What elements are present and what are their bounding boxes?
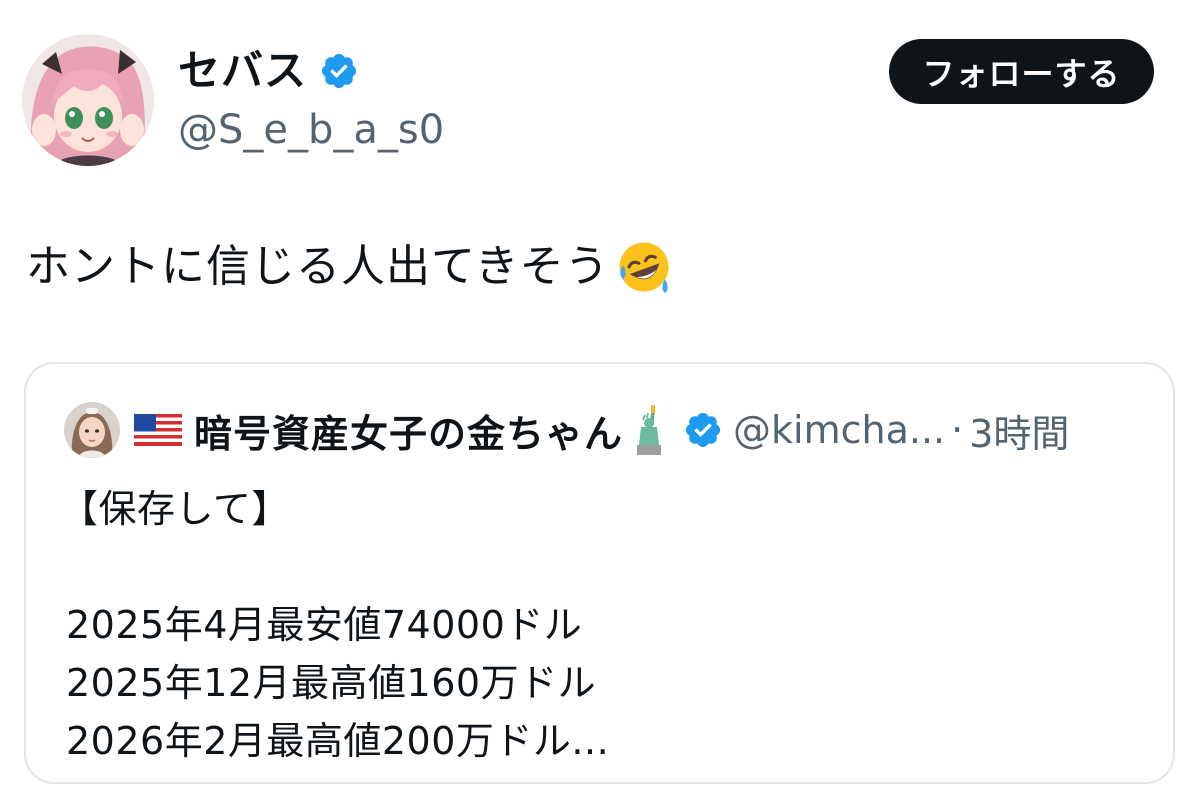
- author-name-row: セバス: [178, 44, 359, 98]
- author-display-name[interactable]: セバス: [178, 44, 307, 98]
- quote-line: 2026年2月最高値200万ドル...: [66, 719, 610, 763]
- quote-body: 【保存して】 2025年4月最安値74000ドル 2025年12月最高値160万…: [60, 480, 610, 770]
- quote-timestamp[interactable]: 3時間: [969, 403, 1069, 458]
- quote-separator: ·: [951, 408, 964, 452]
- tweet-text: ホントに信じる人出てきそう: [26, 241, 610, 292]
- tweet-text-row: ホントに信じる人出てきそう: [26, 236, 672, 298]
- quote-header: 暗号資産女子の金ちゃん @kimcha... · 3時間: [64, 402, 1069, 458]
- quote-author-name[interactable]: 暗号資産女子の金ちゃん: [194, 403, 623, 458]
- quote-author-handle[interactable]: @kimcha...: [733, 408, 945, 452]
- tweet: セバス @S_e_b_a_s0 フォローする ホントに信じる人出てきそう 暗号資…: [0, 0, 1200, 795]
- anime-girl-avatar-icon: [22, 34, 154, 166]
- quoted-tweet-card[interactable]: 暗号資産女子の金ちゃん @kimcha... · 3時間 【保存して】 2025…: [24, 362, 1175, 784]
- quote-line: 2025年12月最高値160万ドル: [66, 661, 597, 705]
- verified-badge-icon: [321, 53, 357, 89]
- statue-of-liberty-icon: [637, 405, 662, 455]
- quote-line: 【保存して】: [60, 487, 290, 531]
- follow-button[interactable]: フォローする: [889, 39, 1154, 104]
- us-flag-icon: [134, 414, 182, 446]
- author-handle[interactable]: @S_e_b_a_s0: [178, 104, 444, 156]
- quote-line: [66, 538, 609, 596]
- quote-author-avatar[interactable]: [64, 402, 120, 458]
- quote-verified-badge-icon: [685, 412, 721, 448]
- author-avatar[interactable]: [22, 34, 154, 166]
- quote-line: 2025年4月最安値74000ドル: [66, 603, 583, 647]
- rolling-on-floor-laughing-emoji-icon: [619, 242, 669, 294]
- woman-avatar-icon: [64, 402, 120, 458]
